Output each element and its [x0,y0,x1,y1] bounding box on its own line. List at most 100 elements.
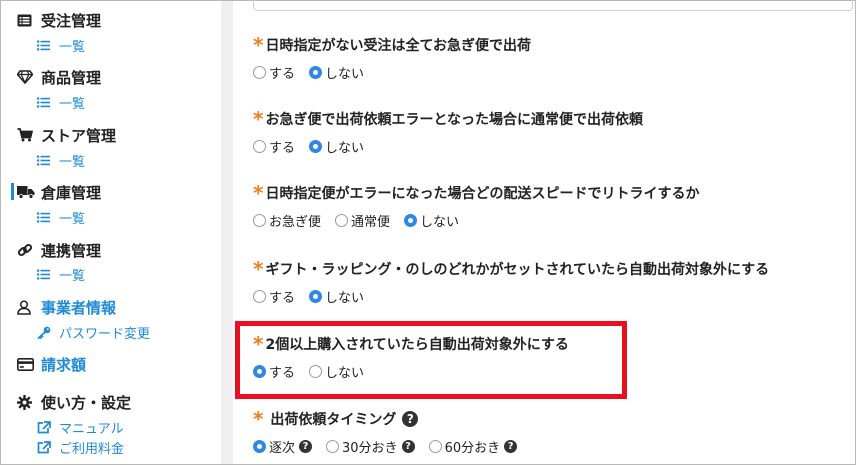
shopping-cart-icon [17,126,37,144]
radio-option[interactable]: する [253,137,295,156]
sidebar-subitem-integration-list[interactable]: 一覧 [37,265,86,284]
sidebar-item-label: 使い方・設定 [41,393,132,412]
radio-label: しない [325,290,365,306]
sidebar-subitem-products-list[interactable]: 一覧 [37,93,86,112]
help-icon[interactable]: ? [504,439,518,453]
credit-card-icon [17,355,37,373]
sidebar-subitem-warehouse-list[interactable]: 一覧 [37,208,86,227]
sidebar-item-settings[interactable]: 使い方・設定 [17,391,131,413]
sidebar-item-label: 連携管理 [41,241,102,260]
setting-fallback-normal: * お急ぎ便で出荷依頼エラーとなった場合に通常便で出荷依頼 する しない [253,108,853,156]
radio-button[interactable] [428,439,442,453]
required-asterisk: * [253,407,264,431]
radio-option[interactable]: する [253,63,295,82]
setting-title: お急ぎ便で出荷依頼エラーとなった場合に通常便で出荷依頼 [265,112,644,128]
sidebar-subitem-label: パスワード変更 [59,326,151,342]
sidebar-item-label: 事業者情報 [41,298,117,317]
sidebar-item-warehouse[interactable]: 倉庫管理 [17,181,101,203]
sidebar-subitem-label: 一覧 [59,154,86,170]
radio-button[interactable] [253,289,266,303]
highlight-box [235,321,627,399]
key-icon [37,325,53,339]
truck-icon [17,183,37,201]
sidebar-item-business-info[interactable]: 事業者情報 [17,296,116,318]
radio-option[interactable]: お急ぎ便 [253,211,321,230]
sidebar-subitem-password-change[interactable]: パスワード変更 [37,323,151,342]
sidebar-subitem-stores-list[interactable]: 一覧 [37,151,86,170]
sidebar-subitem-label: 一覧 [59,268,86,284]
sidebar-subitem-orders-list[interactable]: 一覧 [37,36,86,55]
list-icon [37,210,53,224]
help-icon[interactable]: ? [402,411,419,427]
list-icon [37,38,53,52]
radio-option[interactable]: 通常便 [335,211,390,230]
radio-button-selected[interactable] [253,439,266,453]
sidebar-item-label: ストア管理 [41,126,117,145]
external-link-icon [37,420,53,434]
sidebar-link-manual[interactable]: マニュアル [37,418,124,437]
radio-button-selected[interactable] [309,289,323,303]
required-asterisk: * [253,257,264,281]
setting-express-undated: * 日時指定がない受注は全てお急ぎ便で出荷 する しない [253,34,853,82]
list-icon [37,95,53,109]
radio-option[interactable]: しない [309,287,364,306]
sidebar-item-products[interactable]: 商品管理 [17,66,101,88]
radio-label: する [269,140,296,156]
setting-title: 日時指定便がエラーになった場合どの配送スピードでリトライするか [265,186,700,202]
sidebar-subitem-label: 一覧 [59,211,86,227]
radio-label: 60分おき [444,440,501,456]
radio-button[interactable] [253,213,266,227]
active-indicator [11,183,14,200]
external-link-icon [37,440,53,454]
radio-option[interactable]: しない [309,63,364,82]
radio-button-selected[interactable] [404,213,418,227]
required-asterisk: * [253,33,264,57]
sidebar-item-label: 倉庫管理 [41,183,102,202]
radio-option[interactable]: しない [404,211,459,230]
sidebar-item-integration[interactable]: 連携管理 [17,239,101,261]
user-icon [17,298,37,316]
radio-label: 逐次 [269,440,296,456]
sidebar: 受注管理 一覧 商品管理 一覧 ストア管理 一覧 倉庫管理 一覧 連携管理 一覧… [1,1,221,464]
sidebar-link-pricing[interactable]: ご利用料金 [37,438,125,457]
sidebar-subitem-label: 一覧 [59,39,86,55]
radio-button[interactable] [335,213,349,227]
radio-button-selected[interactable] [309,139,323,153]
help-icon[interactable]: ? [299,439,313,453]
radio-button[interactable] [253,65,266,79]
sidebar-divider [221,1,233,464]
sidebar-item-label: 受注管理 [41,11,102,30]
radio-option[interactable]: 逐次? [253,437,313,456]
settings-panel: * 日時指定がない受注は全てお急ぎ便で出荷 する しない * お急ぎ便で出荷依頼エラ… [233,0,855,464]
radio-label: 通常便 [351,214,391,230]
radio-button[interactable] [326,439,340,453]
sidebar-item-label: 商品管理 [41,68,102,87]
radio-label: お急ぎ便 [269,214,322,230]
radio-label: しない [325,140,365,156]
sidebar-item-orders[interactable]: 受注管理 [17,9,101,31]
previous-field-box [253,0,853,11]
radio-option[interactable]: 60分おき? [428,437,518,456]
required-asterisk: * [253,181,264,205]
diamond-icon [17,68,37,86]
list-alt-icon [17,11,37,29]
setting-title: 出荷依頼タイミング [270,412,397,428]
radio-button-selected[interactable] [309,65,323,79]
required-asterisk: * [253,107,264,131]
link-icon [17,241,37,259]
setting-title: ギフト・ラッピング・のしのどれかがセットされていたら自動出荷対象外にする [265,262,770,278]
radio-button[interactable] [253,139,266,153]
sidebar-item-billing[interactable]: 請求額 [17,353,86,375]
radio-option[interactable]: する [253,287,295,306]
list-icon [37,153,53,167]
sidebar-subitem-label: 一覧 [59,96,86,112]
sidebar-link-label: ご利用料金 [59,441,125,457]
radio-label: 30分おき [342,440,398,456]
radio-option[interactable]: しない [309,137,364,156]
sidebar-item-stores[interactable]: ストア管理 [17,124,116,146]
help-icon[interactable]: ? [401,439,415,453]
sidebar-link-label: マニュアル [59,421,124,437]
radio-label: しない [420,214,460,230]
radio-label: しない [325,66,365,82]
radio-option[interactable]: 30分おき? [326,437,415,456]
